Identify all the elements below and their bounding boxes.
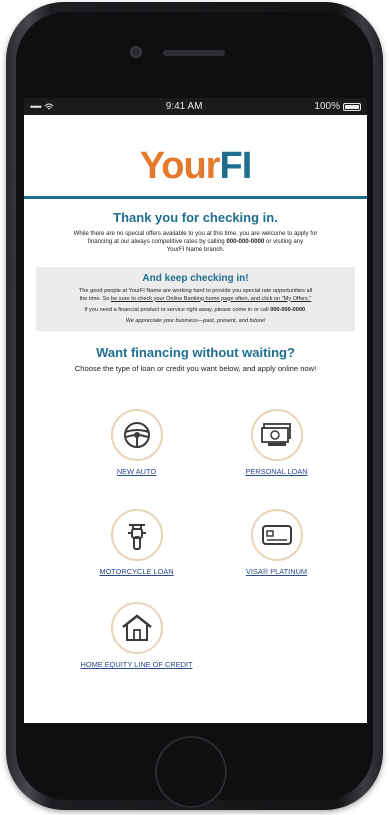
keep-phone: 000-000-0000 xyxy=(270,307,306,313)
thanks-line-2: financing at our always competitive rate… xyxy=(87,238,304,245)
option-visa-platinum[interactable]: VISA® PLATINUM xyxy=(224,509,329,576)
logo-part-fi: FI xyxy=(219,145,252,187)
home-button[interactable] xyxy=(155,736,227,808)
thanks-line-1: While there are no special offers availa… xyxy=(73,230,318,237)
option-personal-loan[interactable]: PERSONAL LOAN xyxy=(224,409,329,476)
phone-screen: ••••• 9:41 AM 100% YourFI Thank you for … xyxy=(24,98,367,723)
status-bar: ••••• 9:41 AM 100% xyxy=(24,98,367,115)
motorcycle-loan-link[interactable]: MOTORCYCLE LOAN xyxy=(84,567,189,576)
mute-switch xyxy=(7,162,11,184)
keep-line-2: the time. So be sure to check your Onlin… xyxy=(79,295,312,302)
volume-up-button xyxy=(7,202,11,242)
thanks-line-3: YourFI Name branch. xyxy=(166,246,225,253)
house-icon xyxy=(121,614,152,641)
home-equity-link[interactable]: HOME EQUITY LINE OF CREDIT xyxy=(64,660,209,669)
status-time: 9:41 AM xyxy=(165,101,203,112)
signal-icon: ••••• xyxy=(30,101,42,112)
battery-percent: 100% xyxy=(314,101,340,112)
personal-loan-link[interactable]: PERSONAL LOAN xyxy=(224,467,329,476)
volume-down-button xyxy=(7,252,11,292)
new-auto-link[interactable]: NEW AUTO xyxy=(84,467,189,476)
thanks-phone: 000-000-0000 xyxy=(226,238,265,245)
keep-title: And keep checking in! xyxy=(142,273,249,284)
option-new-auto[interactable]: NEW AUTO xyxy=(84,409,189,476)
cash-icon xyxy=(260,423,291,446)
want-subtitle: Choose the type of loan or credit you wa… xyxy=(74,364,317,373)
keep-checking-box: And keep checking in! The good people at… xyxy=(36,267,355,331)
visa-platinum-link[interactable]: VISA® PLATINUM xyxy=(224,567,329,576)
keep-line-1: The good people at YourFI Name are worki… xyxy=(78,288,313,294)
front-camera xyxy=(130,46,142,58)
steering-wheel-icon xyxy=(123,422,150,448)
yourfi-logo: YourFI xyxy=(24,146,367,186)
header-divider xyxy=(24,196,367,199)
thanks-message: While there are no special offers availa… xyxy=(24,230,367,254)
keep-line-3: If you need a financial product or servi… xyxy=(84,307,307,313)
logo-part-your: Your xyxy=(139,145,221,187)
battery-icon xyxy=(342,102,361,111)
credit-card-icon xyxy=(261,525,292,545)
my-offers-link[interactable]: be sure to check your Online Banking hom… xyxy=(111,296,311,302)
want-title: Want financing without waiting? xyxy=(96,345,295,360)
appreciation-text: We appreciate your business—past, presen… xyxy=(125,318,266,324)
motorcycle-icon xyxy=(127,524,146,550)
earpiece-speaker xyxy=(163,50,225,56)
option-home-equity[interactable]: HOME EQUITY LINE OF CREDIT xyxy=(64,602,209,669)
option-motorcycle-loan[interactable]: MOTORCYCLE LOAN xyxy=(84,509,189,576)
keep-message: The good people at YourFI Name are worki… xyxy=(42,288,349,303)
thanks-title: Thank you for checking in. xyxy=(113,210,278,225)
wifi-icon xyxy=(44,103,54,109)
